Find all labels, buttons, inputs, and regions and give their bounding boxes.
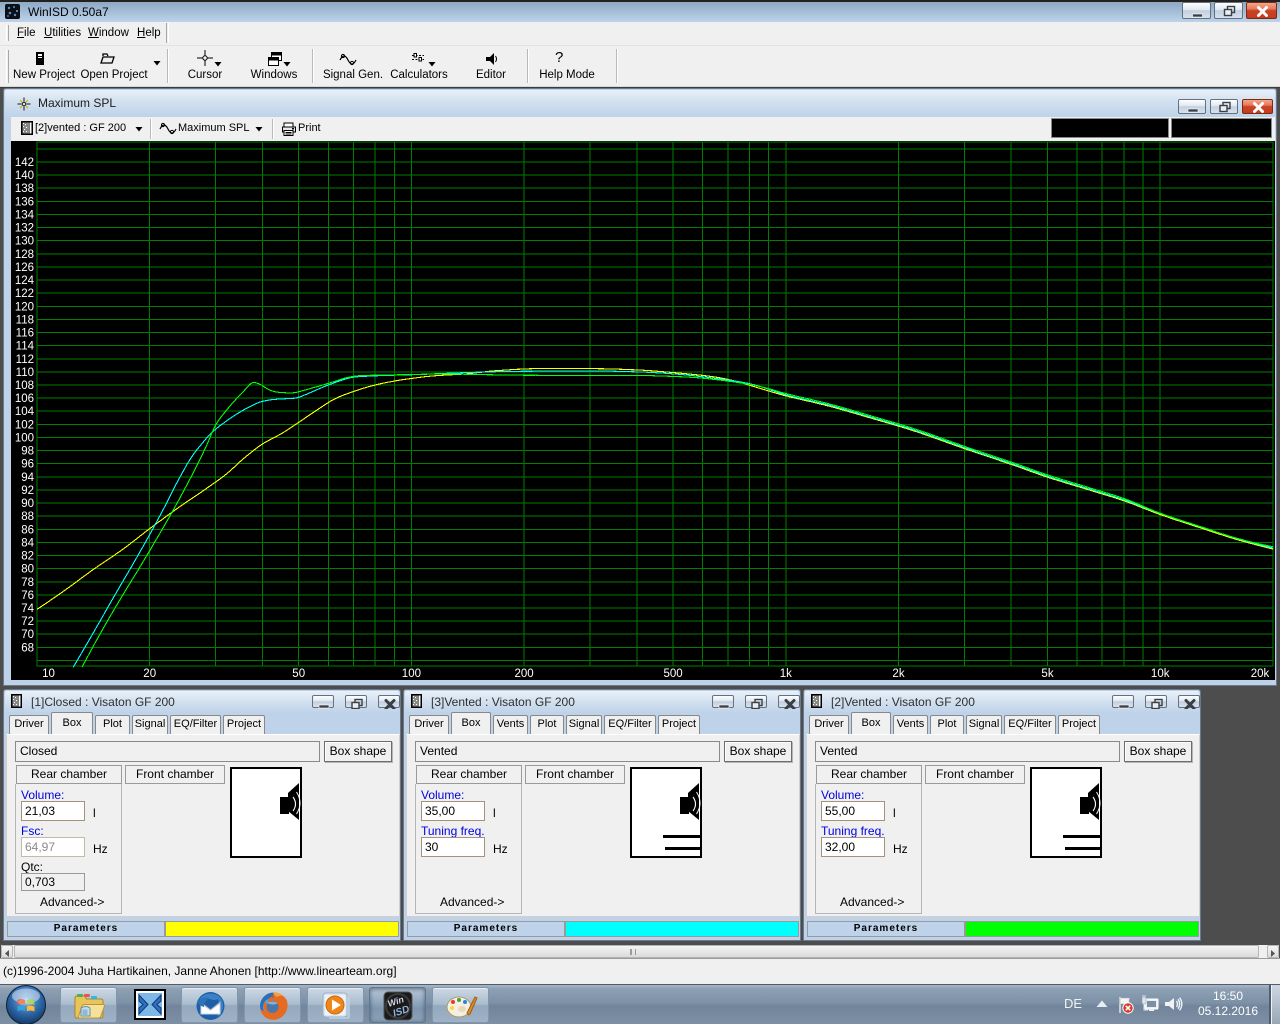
svg-text:110: 110 [16, 367, 34, 379]
svg-text:102: 102 [15, 419, 34, 431]
svg-text:128: 128 [15, 249, 34, 261]
svg-text:122: 122 [15, 288, 34, 300]
svg-text:140: 140 [15, 170, 34, 182]
svg-text:112: 112 [16, 354, 34, 366]
svg-text:116: 116 [16, 328, 34, 340]
svg-text:130: 130 [15, 236, 34, 248]
svg-text:20k: 20k [1251, 668, 1270, 680]
svg-text:74: 74 [21, 603, 34, 615]
svg-text:50: 50 [292, 668, 305, 680]
svg-text:108: 108 [15, 380, 34, 392]
svg-text:120: 120 [15, 301, 34, 313]
svg-text:126: 126 [15, 262, 34, 274]
svg-text:100: 100 [15, 433, 34, 445]
svg-text:138: 138 [15, 183, 34, 195]
svg-text:94: 94 [21, 472, 34, 484]
svg-text:100: 100 [402, 668, 421, 680]
svg-text:88: 88 [21, 511, 34, 523]
svg-text:98: 98 [21, 446, 34, 458]
svg-text:76: 76 [21, 590, 34, 602]
svg-text:136: 136 [15, 196, 34, 208]
svg-text:96: 96 [21, 459, 34, 471]
svg-text:1k: 1k [780, 668, 792, 680]
svg-text:20: 20 [143, 668, 156, 680]
svg-text:142: 142 [15, 157, 34, 169]
svg-text:78: 78 [21, 577, 34, 589]
svg-text:92: 92 [21, 485, 34, 497]
svg-text:104: 104 [15, 406, 35, 418]
svg-text:500: 500 [664, 668, 683, 680]
svg-text:84: 84 [21, 537, 34, 549]
svg-text:134: 134 [15, 210, 35, 222]
svg-text:72: 72 [21, 616, 34, 628]
svg-text:106: 106 [15, 393, 34, 405]
svg-text:68: 68 [21, 642, 34, 654]
svg-text:90: 90 [21, 498, 34, 510]
svg-text:10: 10 [42, 668, 55, 680]
svg-text:86: 86 [21, 524, 34, 536]
svg-text:132: 132 [15, 223, 34, 235]
svg-text:114: 114 [16, 341, 35, 353]
svg-text:2k: 2k [892, 668, 904, 680]
svg-text:80: 80 [21, 564, 34, 576]
svg-text:124: 124 [15, 275, 35, 287]
svg-text:200: 200 [515, 668, 534, 680]
svg-text:70: 70 [21, 629, 34, 641]
svg-text:10k: 10k [1151, 668, 1170, 680]
svg-text:82: 82 [21, 551, 34, 563]
svg-text:5k: 5k [1041, 668, 1053, 680]
svg-text:118: 118 [16, 314, 34, 326]
